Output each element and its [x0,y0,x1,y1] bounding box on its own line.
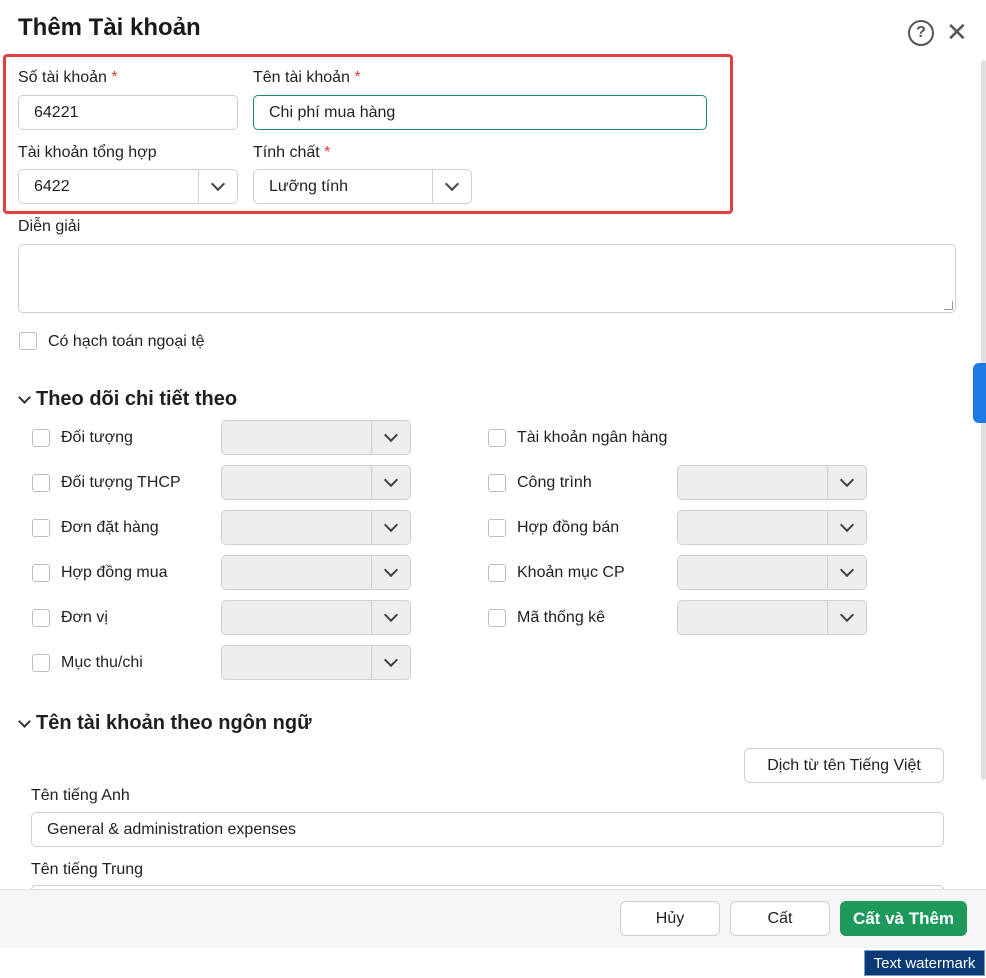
cancel-button[interactable]: Hủy [620,901,720,936]
tracking-checkbox[interactable] [488,564,506,582]
foreign-currency-checkbox[interactable] [19,332,37,350]
english-name-input[interactable]: General & administration expenses [31,812,944,847]
chevron-down-icon[interactable] [827,466,866,499]
tracking-label: Hợp đồng mua [61,564,168,581]
collapse-chevron-icon[interactable] [18,715,31,728]
tracking-select[interactable] [677,555,867,590]
tracking-checkbox[interactable] [488,474,506,492]
dialog-footer [0,889,986,948]
tracking-label: Mục thu/chi [61,654,143,671]
chevron-down-icon[interactable] [827,511,866,544]
tracking-section-title: Theo dõi chi tiết theo [36,388,238,410]
chevron-down-icon[interactable] [198,170,237,203]
account-number-value: 64221 [34,103,79,121]
tracking-select[interactable] [677,600,867,635]
account-name-value: Chi phí mua hàng [269,103,396,121]
tracking-checkbox[interactable] [488,609,506,627]
tracking-select[interactable] [221,420,411,455]
tracking-checkbox[interactable] [32,429,50,447]
chevron-down-icon[interactable] [371,466,410,499]
tracking-select[interactable] [221,510,411,545]
description-textarea[interactable] [18,244,956,313]
text-watermark: Text watermark [864,950,985,976]
account-number-label: Số tài khoản * [18,69,118,86]
tracking-checkbox[interactable] [32,564,50,582]
parent-account-label: Tài khoản tổng hợp [18,144,157,161]
parent-account-select[interactable]: 6422 [18,169,238,204]
chevron-down-icon[interactable] [371,646,410,679]
tracking-checkbox[interactable] [488,519,506,537]
chevron-down-icon[interactable] [827,556,866,589]
chevron-down-icon[interactable] [371,601,410,634]
tracking-label: Đơn đặt hàng [61,519,159,536]
chevron-down-icon[interactable] [827,601,866,634]
tracking-select[interactable] [221,465,411,500]
tracking-select[interactable] [221,600,411,635]
tracking-label: Đối tượng THCP [61,474,181,491]
tracking-checkbox[interactable] [32,519,50,537]
english-name-value: General & administration expenses [47,820,297,838]
tracking-select[interactable] [677,465,867,500]
tracking-label: Công trình [517,474,592,491]
parent-account-value: 6422 [34,177,70,195]
account-name-label: Tên tài khoản * [253,69,361,86]
tracking-select[interactable] [221,645,411,680]
chevron-down-icon[interactable] [371,556,410,589]
nature-label: Tính chất * [253,144,331,161]
tracking-select[interactable] [221,555,411,590]
tracking-label: Đối tượng [61,429,133,446]
collapse-chevron-icon[interactable] [18,391,31,404]
resize-handle-icon[interactable] [944,301,953,310]
tracking-checkbox[interactable] [32,609,50,627]
side-panel-toggle[interactable] [973,363,986,423]
account-name-input[interactable]: Chi phí mua hàng [253,95,707,130]
tracking-label: Hợp đồng bán [517,519,620,536]
save-button[interactable]: Cất [730,901,830,936]
tracking-checkbox[interactable] [32,654,50,672]
tracking-checkbox[interactable] [488,429,506,447]
foreign-currency-label: Có hạch toán ngoại tệ [48,333,205,350]
chevron-down-icon[interactable] [432,170,471,203]
chinese-name-label: Tên tiếng Trung [31,861,144,878]
tracking-label: Đơn vị [61,609,108,626]
translate-button[interactable]: Dịch từ tên Tiếng Việt [744,748,944,783]
chevron-down-icon[interactable] [371,511,410,544]
help-icon[interactable]: ? [908,20,934,46]
language-section-title: Tên tài khoản theo ngôn ngữ [36,712,312,734]
tracking-select[interactable] [677,510,867,545]
nature-value: Lưỡng tính [269,177,349,195]
account-number-input[interactable]: 64221 [18,95,238,130]
english-name-label: Tên tiếng Anh [31,787,130,804]
tracking-label: Khoản mục CP [517,564,625,581]
nature-select[interactable]: Lưỡng tính [253,169,472,204]
close-icon[interactable]: ✕ [946,18,968,46]
tracking-label: Tài khoản ngân hàng [517,429,668,446]
tracking-label: Mã thống kê [517,609,606,626]
description-label: Diễn giải [18,218,81,235]
save-and-add-button[interactable]: Cất và Thêm [840,901,967,936]
dialog-title: Thêm Tài khoản [18,14,201,41]
tracking-checkbox[interactable] [32,474,50,492]
chevron-down-icon[interactable] [371,421,410,454]
